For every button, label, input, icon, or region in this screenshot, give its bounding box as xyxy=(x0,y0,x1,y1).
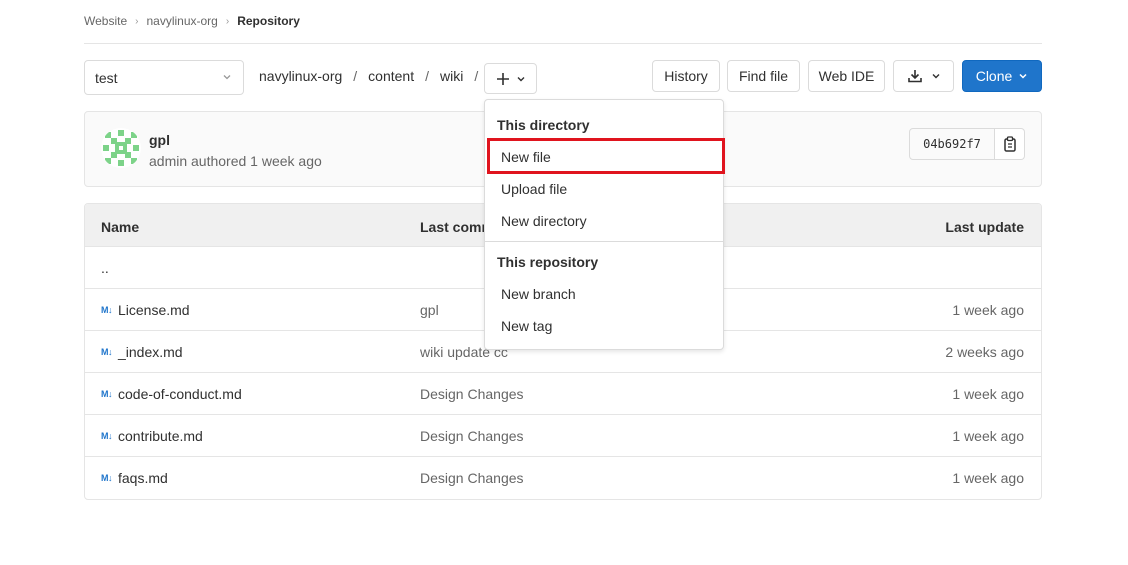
menu-item-new-tag[interactable]: New tag xyxy=(501,318,552,334)
markdown-icon: M↓ xyxy=(101,347,113,357)
chevron-right-icon: › xyxy=(135,15,139,27)
markdown-icon: M↓ xyxy=(101,431,113,441)
dropdown-divider xyxy=(485,241,723,242)
breadcrumb-current[interactable]: Repository xyxy=(237,14,300,28)
markdown-icon: M↓ xyxy=(101,389,113,399)
dropdown-header-repository: This repository xyxy=(497,254,599,270)
commit-message[interactable]: Design Changes xyxy=(420,470,524,486)
chevron-down-icon xyxy=(1019,73,1027,79)
chevron-right-icon: › xyxy=(225,15,230,27)
parent-directory-link[interactable]: .. xyxy=(101,260,109,276)
table-row[interactable]: M↓ faqs.md Design Changes 1 week ago xyxy=(85,457,1041,499)
web-ide-button[interactable]: Web IDE xyxy=(808,60,885,92)
menu-item-new-directory[interactable]: New directory xyxy=(501,213,587,229)
commit-message[interactable]: gpl xyxy=(420,302,439,318)
last-update: 1 week ago xyxy=(952,428,1024,444)
add-to-tree-button[interactable] xyxy=(484,63,537,94)
breadcrumb-website[interactable]: Website xyxy=(84,14,127,28)
chevron-down-icon xyxy=(517,76,524,81)
add-dropdown-menu: This directory New file Upload file New … xyxy=(484,99,725,350)
commit-sha-group: 04b692f7 xyxy=(909,128,1025,160)
find-file-button[interactable]: Find file xyxy=(727,60,800,92)
last-update: 1 week ago xyxy=(952,386,1024,402)
commit-sha[interactable]: 04b692f7 xyxy=(909,128,995,160)
dropdown-header-directory: This directory xyxy=(497,117,590,133)
copy-sha-button[interactable] xyxy=(995,128,1025,160)
file-name[interactable]: code-of-conduct.md xyxy=(118,386,242,402)
breadcrumb-divider xyxy=(84,43,1042,44)
path-separator: / xyxy=(353,68,358,84)
last-update: 2 weeks ago xyxy=(945,344,1024,360)
path-segment-wiki[interactable]: wiki xyxy=(440,68,463,84)
path-segment-root[interactable]: navylinux-org xyxy=(259,68,342,84)
download-icon xyxy=(907,70,922,83)
highlight-box xyxy=(487,138,725,174)
clone-label: Clone xyxy=(975,68,1013,84)
download-button[interactable] xyxy=(893,60,954,92)
path-separator: / xyxy=(474,68,479,84)
header-last-commit: Last comm xyxy=(420,219,494,235)
identicon-icon xyxy=(101,128,141,168)
commit-message[interactable]: Design Changes xyxy=(420,428,524,444)
file-name[interactable]: contribute.md xyxy=(118,428,203,444)
markdown-icon: M↓ xyxy=(101,305,113,315)
commit-meta: admin authored 1 week ago xyxy=(149,153,322,169)
branch-selector[interactable]: test xyxy=(84,60,244,95)
chevron-down-icon xyxy=(223,75,231,80)
path-separator: / xyxy=(425,68,429,84)
table-row[interactable]: M↓ code-of-conduct.md Design Changes 1 we… xyxy=(85,373,1041,415)
branch-name: test xyxy=(95,69,118,86)
commit-title[interactable]: gpl xyxy=(149,132,170,148)
clipboard-icon xyxy=(1003,136,1016,152)
breadcrumb-project[interactable]: navylinux-org xyxy=(146,14,217,28)
commit-message[interactable]: Design Changes xyxy=(420,386,524,402)
clone-button[interactable]: Clone xyxy=(962,60,1042,92)
file-name[interactable]: License.md xyxy=(118,302,190,318)
repo-path: navylinux-org / content / wiki / xyxy=(259,68,489,84)
history-button[interactable]: History xyxy=(652,60,720,92)
menu-item-new-branch[interactable]: New branch xyxy=(501,286,576,302)
plus-icon xyxy=(496,72,509,85)
chevron-down-icon xyxy=(932,74,939,79)
path-segment-content[interactable]: content xyxy=(368,68,414,84)
avatar[interactable] xyxy=(101,128,141,168)
table-row[interactable]: M↓ contribute.md Design Changes 1 week ag… xyxy=(85,415,1041,457)
file-name[interactable]: faqs.md xyxy=(118,470,168,486)
markdown-icon: M↓ xyxy=(101,473,113,483)
last-update: 1 week ago xyxy=(952,470,1024,486)
header-name: Name xyxy=(101,219,140,235)
file-name[interactable]: _index.md xyxy=(118,344,183,360)
breadcrumb: Website › navylinux-org › Repository xyxy=(84,12,300,30)
header-last-update: Last update xyxy=(945,219,1024,235)
menu-item-upload-file[interactable]: Upload file xyxy=(501,181,567,197)
last-update: 1 week ago xyxy=(952,302,1024,318)
